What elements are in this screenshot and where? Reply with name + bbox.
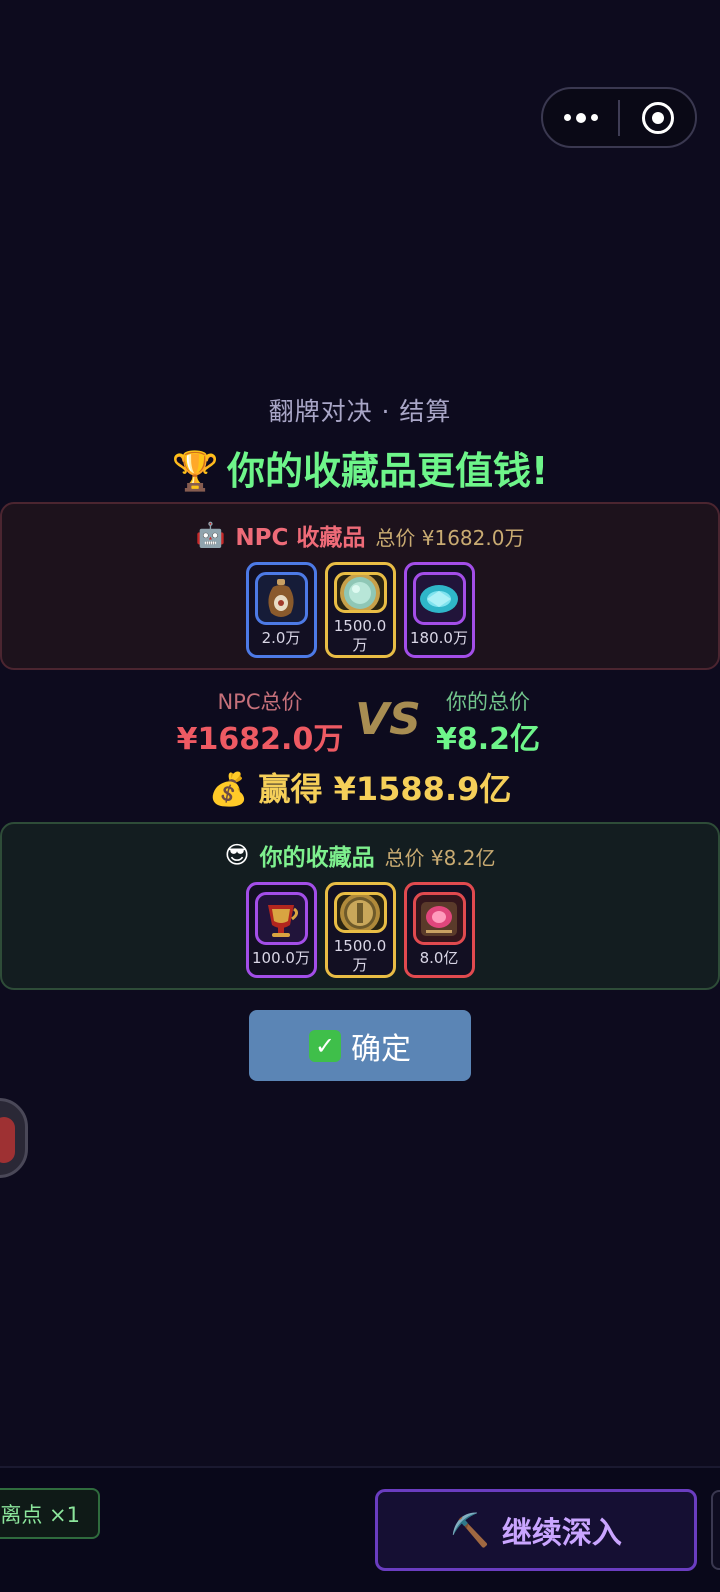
pickaxe-icon: ⛏️ (450, 1511, 490, 1549)
your-panel-header: 😎 你的收藏品 总价 ¥8.2亿 (2, 838, 718, 872)
your-card-row: 100.0万 1500.0万 8.0亿 (2, 882, 718, 978)
npc-card-3-value: 180.0万 (410, 629, 468, 647)
blue-gem-icon (412, 572, 466, 625)
page-subtitle: 翻牌对决 · 结算 (268, 397, 452, 426)
sunglasses-face-icon: 😎 (224, 841, 250, 869)
floating-avatar[interactable] (0, 1098, 28, 1178)
your-panel-total: 总价 ¥8.2亿 (384, 846, 496, 870)
your-total-label: 你的总价 (446, 690, 530, 714)
continue-deeper-button[interactable]: ⛏️ 继续深入 (375, 1489, 697, 1571)
check-icon: ✓ (309, 1029, 341, 1062)
your-card-2-value: 1500.0万 (333, 937, 387, 974)
money-bag-icon: 💰 (208, 770, 249, 808)
result-title: 🏆 你的收藏品更值钱! (0, 440, 720, 495)
npc-card-1[interactable]: 2.0万 (245, 562, 317, 658)
snuff-bottle-icon (254, 572, 308, 625)
npc-card-2-value: 1500.0万 (333, 617, 387, 654)
robot-icon: 🤖 (195, 521, 226, 549)
npc-total-value: ¥1682.0万 (176, 722, 344, 757)
npc-panel-header: 🤖 NPC 收藏品 总价 ¥1682.0万 (2, 518, 718, 552)
mini-program-capsule (541, 87, 697, 148)
more-button[interactable] (543, 89, 618, 146)
winnings-text: 赢得 ¥1588.9亿 (258, 770, 512, 808)
result-title-text: 你的收藏品更值钱! (226, 449, 549, 493)
your-total-value: ¥8.2亿 (435, 722, 541, 757)
your-card-3-value: 8.0亿 (419, 949, 459, 967)
gold-coin-icon (333, 892, 387, 933)
npc-panel-total: 总价 ¥1682.0万 (375, 526, 525, 550)
your-collection-panel: 😎 你的收藏品 总价 ¥8.2亿 100.0万 1500.0万 8.0亿 (0, 822, 720, 990)
your-card-1-value: 100.0万 (252, 949, 310, 967)
close-button[interactable] (620, 89, 695, 146)
pink-gem-icon (412, 892, 466, 945)
confirm-label: 确定 (351, 1031, 411, 1067)
npc-card-1-value: 2.0万 (261, 629, 301, 647)
continue-deeper-label: 继续深入 (501, 1516, 622, 1551)
npc-card-3[interactable]: 180.0万 (403, 562, 475, 658)
settlement-screen: 翻牌对决 · 结算 🏆 你的收藏品更值钱! 🤖 NPC 收藏品 总价 ¥1682.… (0, 0, 720, 1592)
trophy-icon: 🏆 (171, 449, 219, 493)
npc-card-2[interactable]: 1500.0万 (324, 562, 396, 658)
target-circle-icon (641, 101, 674, 134)
npc-collection-panel: 🤖 NPC 收藏品 总价 ¥1682.0万 2.0万 1500.0万 180.0… (0, 502, 720, 670)
your-card-1[interactable]: 100.0万 (245, 882, 317, 978)
bronze-cup-icon (254, 892, 308, 945)
your-card-3[interactable]: 8.0亿 (403, 882, 475, 978)
offscreen-button[interactable] (711, 1490, 720, 1570)
npc-total-label: NPC总价 (217, 690, 303, 714)
your-panel-name: 你的收藏品 (259, 845, 375, 871)
your-card-2[interactable]: 1500.0万 (324, 882, 396, 978)
extraction-point-chip[interactable]: 撤离点 ×1 (0, 1488, 100, 1539)
more-dots-icon (563, 112, 598, 123)
winnings-line: 💰 赢得 ¥1588.9亿 (0, 764, 720, 810)
confirm-button[interactable]: ✓ 确定 (249, 1010, 471, 1081)
npc-card-row: 2.0万 1500.0万 180.0万 (2, 562, 718, 658)
jade-disc-icon (333, 572, 387, 613)
npc-panel-name: NPC 收藏品 (235, 525, 366, 551)
